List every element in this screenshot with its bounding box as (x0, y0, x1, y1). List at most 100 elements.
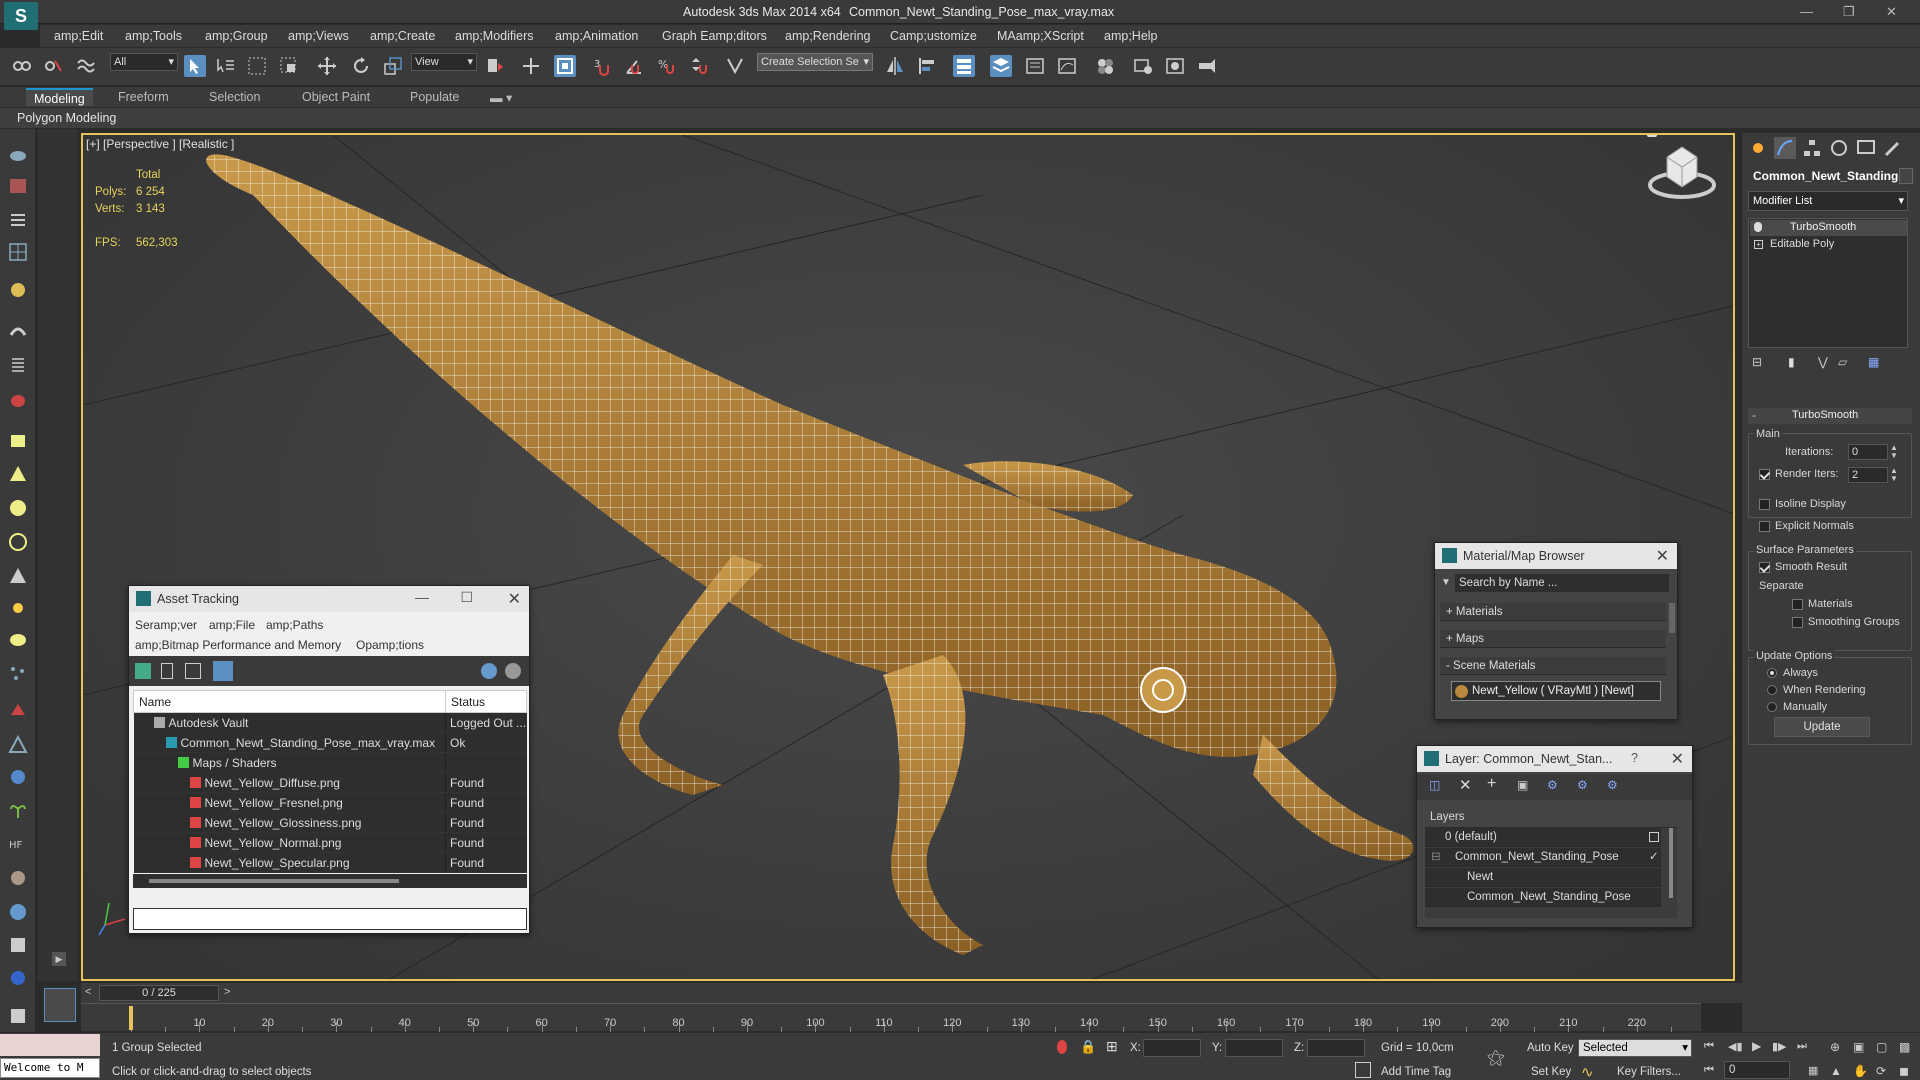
layer-row-default[interactable]: 0 (default) (1425, 828, 1661, 847)
section-maps[interactable]: + Maps (1440, 630, 1666, 648)
percent-snap-icon[interactable]: % (656, 55, 678, 77)
spring-icon[interactable] (7, 354, 29, 376)
object-color-swatch[interactable] (1899, 168, 1913, 184)
expand-plus-icon[interactable]: + (1754, 240, 1763, 249)
zoom-all-icon[interactable]: ▣ (1853, 1040, 1864, 1054)
time-configuration-icon[interactable]: ▦ (1808, 1064, 1818, 1077)
play-icon[interactable]: ▶ (1752, 1039, 1761, 1053)
utility-icon[interactable] (7, 934, 29, 956)
menu-edit[interactable]: amp;Edit (54, 29, 103, 43)
bulb-icon[interactable] (1754, 222, 1762, 232)
selection-filter-select[interactable]: All ▾ (110, 53, 178, 71)
key-filters-button[interactable]: Key Filters... (1617, 1066, 1681, 1078)
layer-window[interactable]: Layer: Common_Newt_Stan... ? ✕ ◫ ✕ + ▣ ⚙… (1416, 745, 1693, 928)
menu-modifiers[interactable]: amp;Modifiers (455, 29, 534, 43)
create-layer-icon[interactable]: ◫ (1429, 778, 1440, 792)
hierarchy-tab-icon[interactable] (1801, 137, 1823, 159)
app-logo-icon[interactable]: S (4, 2, 38, 30)
hose-icon[interactable] (7, 319, 29, 341)
column-status[interactable]: Status (445, 690, 527, 713)
separate-smoothing-groups-checkbox[interactable] (1792, 617, 1803, 628)
menu-graph-editors[interactable]: Graph Eamp;ditors (662, 29, 767, 43)
menu-animation[interactable]: amp;Animation (555, 29, 638, 43)
menu-server[interactable]: Seramp;ver (135, 618, 197, 632)
select-layer-icon[interactable]: ▣ (1517, 778, 1528, 792)
freeze-all-icon[interactable]: ⚙ (1607, 778, 1618, 792)
menu-maxscript[interactable]: MAamp;XScript (997, 29, 1084, 43)
scene-explorer-icon[interactable] (953, 55, 975, 77)
curve-editor-icon[interactable] (1056, 55, 1078, 77)
help-icon[interactable] (481, 663, 497, 679)
iterations-spinner[interactable]: 0 (1848, 444, 1888, 460)
modify-tab-icon[interactable] (1774, 137, 1796, 159)
track-bar[interactable]: 10 20 30 40 50 60 70 80 90 100 110 120 130 140 150 160 1… (81, 1003, 1701, 1032)
cone-icon[interactable] (7, 463, 29, 485)
isoline-display-checkbox[interactable] (1759, 499, 1770, 510)
current-frame-marker[interactable] (129, 1006, 133, 1030)
go-to-end-icon[interactable]: ⏭ (1797, 1040, 1807, 1053)
smooth-result-checkbox[interactable] (1759, 562, 1770, 573)
material-map-browser[interactable]: Material/Map Browser ✕ ▼ Search by Name … (1434, 542, 1678, 720)
absolute-mode-icon[interactable]: ⊞ (1106, 1038, 1118, 1055)
isolate-selection-icon[interactable] (1057, 1040, 1067, 1054)
gear-icon[interactable] (7, 766, 29, 788)
window-crossing-icon[interactable] (278, 55, 300, 77)
search-options-icon[interactable]: ▼ (1441, 577, 1451, 588)
grid-icon[interactable] (7, 241, 29, 263)
rotate-icon[interactable] (350, 55, 372, 77)
viewport-label[interactable]: [+] [Perspective ] [Realistic ] (86, 137, 234, 151)
table-row[interactable]: Newt_Yellow_Glossiness.png Found (133, 812, 527, 833)
shape-icon[interactable] (7, 699, 29, 721)
helper-icon[interactable] (7, 734, 29, 756)
horizontal-scrollbar[interactable] (133, 874, 527, 888)
settings-icon[interactable] (505, 663, 521, 679)
mini-curve-editor-toggle[interactable] (44, 988, 76, 1022)
asset-tracking-window[interactable]: Asset Tracking — ☐ ✕ Seramp;ver amp;File… (128, 585, 530, 934)
sphere-icon[interactable] (7, 497, 29, 519)
time-slider-next-icon[interactable]: > (224, 986, 230, 998)
section-scene-materials[interactable]: - Scene Materials (1440, 657, 1666, 675)
utilities-tab-icon[interactable] (1882, 137, 1904, 159)
table-row[interactable]: Maps / Shaders (133, 752, 527, 773)
menu-rendering[interactable]: amp;Rendering (785, 29, 870, 43)
render-iters-checkbox[interactable] (1759, 469, 1770, 480)
close-icon[interactable]: ✕ (1656, 546, 1669, 566)
column-name[interactable]: Name (133, 690, 446, 713)
layer-row-newt-pose[interactable]: ⊟ Common_Newt_Standing_Pose ✓ (1425, 848, 1661, 867)
polygon-modeling-panel[interactable]: Polygon Modeling (17, 111, 116, 125)
selection-lock-icon[interactable]: 🔒 (1080, 1039, 1096, 1055)
reference-coordinate-select[interactable]: View ▾ (411, 53, 477, 71)
ribbon-toggle-icon[interactable] (1024, 55, 1046, 77)
cloth-icon[interactable] (7, 867, 29, 889)
menu-tools[interactable]: amp;Tools (125, 29, 182, 43)
minimize-icon[interactable]: — (415, 589, 429, 605)
hair-icon[interactable]: HF (7, 833, 29, 855)
display-tab-icon[interactable] (1855, 137, 1877, 159)
tab-object-paint[interactable]: Object Paint (302, 90, 370, 104)
y-coordinate-input[interactable] (1225, 1039, 1283, 1057)
key-icon[interactable]: ⚝ (1487, 1047, 1505, 1068)
edit-named-selection-icon[interactable] (724, 55, 746, 77)
render-iters-spinner-arrows[interactable]: ▲ ▼ (1890, 467, 1898, 483)
scrollbar-thumb[interactable] (149, 879, 399, 883)
current-layer-checkbox[interactable] (1649, 832, 1659, 842)
expand-arrow-icon[interactable]: ▶ (52, 952, 66, 966)
material-search-input[interactable]: Search by Name ... (1455, 574, 1669, 592)
tab-freeform[interactable]: Freeform (118, 90, 169, 104)
add-time-tag-button[interactable]: Add Time Tag (1381, 1066, 1451, 1078)
zoom-extents-icon[interactable]: ▢ (1876, 1040, 1887, 1054)
tab-selection[interactable]: Selection (209, 90, 260, 104)
object-name-field[interactable]: Common_Newt_Standing (1748, 166, 1898, 186)
render-production-icon[interactable] (1196, 55, 1218, 77)
time-tag-icon[interactable] (1355, 1062, 1371, 1078)
time-slider-thumb[interactable]: 0 / 225 (99, 985, 219, 1001)
layer-window-titlebar[interactable]: Layer: Common_Newt_Stan... ? ✕ (1417, 746, 1692, 772)
select-manipulate-icon[interactable] (520, 55, 542, 77)
asset-path-field[interactable] (133, 908, 527, 930)
mirror-icon[interactable] (884, 55, 906, 77)
unlink-icon[interactable] (43, 55, 65, 77)
section-materials[interactable]: + Materials (1440, 603, 1666, 621)
zoom-extents-all-icon[interactable]: ▩ (1899, 1040, 1910, 1054)
go-to-start-icon[interactable]: ⏮ (1704, 1040, 1714, 1053)
keyboard-shortcut-toggle-icon[interactable] (554, 55, 576, 77)
